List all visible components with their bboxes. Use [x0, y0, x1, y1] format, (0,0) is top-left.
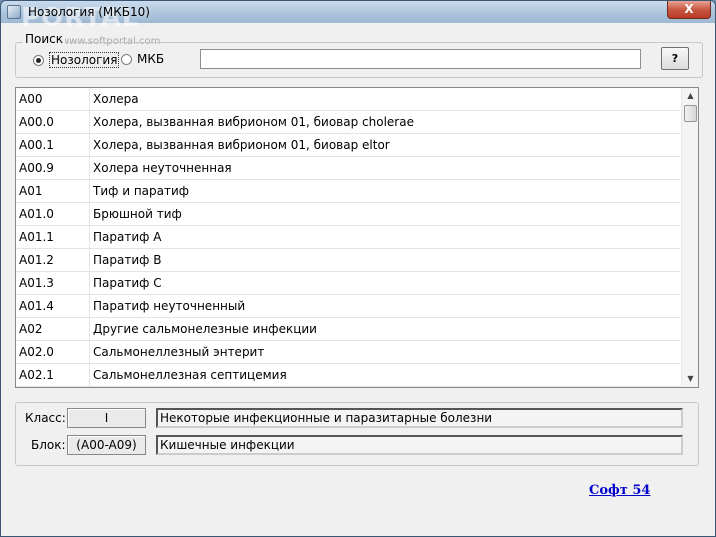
class-label: Класс: — [25, 411, 66, 425]
class-code: I — [67, 408, 146, 428]
scroll-thumb[interactable] — [684, 105, 697, 122]
list-item[interactable]: A02.1 Сальмонеллезная септицемия — [16, 364, 680, 387]
app-window: PORTAL Нозология (МКБ10) X www.softporta… — [0, 0, 716, 537]
list-item[interactable]: A00 Холера — [16, 88, 680, 111]
list-item[interactable]: A00.1 Холера, вызванная вибрионом 01, био… — [16, 134, 680, 157]
list-item[interactable]: A01 Тиф и паратиф — [16, 180, 680, 203]
search-input[interactable] — [200, 49, 641, 69]
list-item-name: Паратиф C — [90, 272, 680, 295]
list-item-code: A01.3 — [16, 272, 90, 295]
list-item[interactable]: A01.0 Брюшной тиф — [16, 203, 680, 226]
list-item[interactable]: A00.0 Холера, вызванная вибрионом 01, био… — [16, 111, 680, 134]
vertical-scrollbar[interactable]: ▲ ▼ — [681, 88, 698, 387]
block-value: Кишечные инфекции — [156, 435, 683, 455]
block-code: (A00-A09) — [67, 435, 146, 455]
list-item[interactable]: A01.1 Паратиф A — [16, 226, 680, 249]
diagnosis-list[interactable]: A00 Холера A00.0 Холера, вызванная вибрионо… — [15, 87, 699, 388]
list-item[interactable]: A01.4 Паратиф неуточненный — [16, 295, 680, 318]
list-item-code: A00.9 — [16, 157, 90, 180]
list-item-name: Паратиф B — [90, 249, 680, 272]
radio-mkb[interactable]: МКБ — [121, 52, 164, 66]
window-title: Нозология (МКБ10) — [28, 5, 150, 19]
block-label: Блок: — [31, 438, 66, 452]
list-item-name: Паратиф A — [90, 226, 680, 249]
list-item-name: Другие сальмонелезные инфекции — [90, 318, 680, 341]
radio-unselected-icon[interactable] — [121, 53, 132, 65]
list-item-code: A01 — [16, 180, 90, 203]
list-item-code: A01.4 — [16, 295, 90, 318]
app-icon — [7, 5, 21, 19]
list-item-code: A00.0 — [16, 111, 90, 134]
list-item-name: Холера неуточненная — [90, 157, 680, 180]
radio-nozology[interactable]: Нозология — [33, 52, 120, 68]
scroll-up-icon[interactable]: ▲ — [682, 88, 698, 104]
radio-nozology-label: Нозология — [49, 52, 120, 68]
list-item-code: A00.1 — [16, 134, 90, 157]
list-item-name: Брюшной тиф — [90, 203, 680, 226]
scroll-down-icon[interactable]: ▼ — [682, 371, 698, 387]
close-button[interactable]: X — [667, 1, 711, 19]
list-item-code: A02.0 — [16, 341, 90, 364]
class-value: Некоторые инфекционные и паразитарные бо… — [156, 408, 683, 428]
title-bar[interactable]: PORTAL Нозология (МКБ10) X — [1, 1, 715, 33]
help-button[interactable]: ? — [661, 47, 689, 70]
list-item[interactable]: A02.0 Сальмонеллезный энтерит — [16, 341, 680, 364]
soft54-link[interactable]: Софт 54 — [589, 483, 650, 498]
list-item-name: Холера, вызванная вибрионом 01, биовар e… — [90, 134, 680, 157]
list-item-name: Холера, вызванная вибрионом 01, биовар c… — [90, 111, 680, 134]
list-item-code: A01.1 — [16, 226, 90, 249]
list-item-name: Тиф и паратиф — [90, 180, 680, 203]
list-item[interactable]: A01.3 Паратиф C — [16, 272, 680, 295]
list-item-code: A02.1 — [16, 364, 90, 387]
list-item-name: Холера — [90, 88, 680, 111]
list-item-code: A00 — [16, 88, 90, 111]
list-item[interactable]: A01.2 Паратиф B — [16, 249, 680, 272]
list-item-code: A02 — [16, 318, 90, 341]
list-item[interactable]: A02 Другие сальмонелезные инфекции — [16, 318, 680, 341]
list-item-name: Сальмонеллезный энтерит — [90, 341, 680, 364]
radio-selected-icon[interactable] — [33, 54, 44, 66]
list-item-name: Сальмонеллезная септицемия — [90, 364, 680, 387]
search-legend: Поиск — [23, 32, 66, 46]
radio-mkb-label: МКБ — [137, 52, 165, 66]
list-item-code: A01.0 — [16, 203, 90, 226]
list-item-code: A01.2 — [16, 249, 90, 272]
list-item[interactable]: A00.9 Холера неуточненная — [16, 157, 680, 180]
list-item-name: Паратиф неуточненный — [90, 295, 680, 318]
